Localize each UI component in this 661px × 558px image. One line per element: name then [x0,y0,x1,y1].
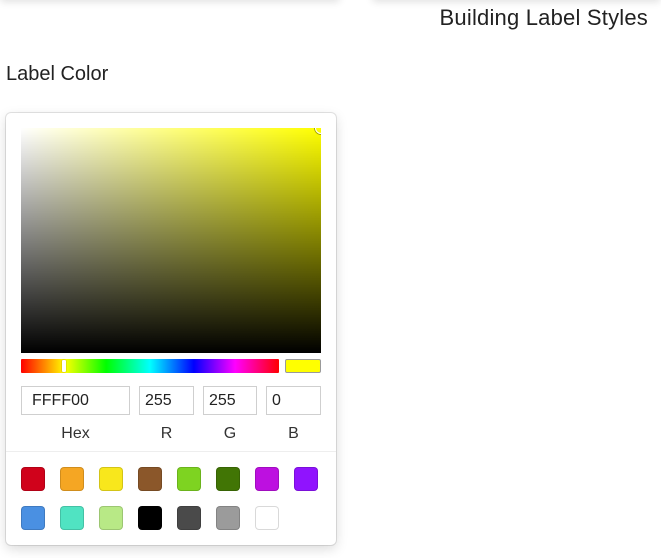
color-preview-swatch [285,359,321,373]
saturation-value-area[interactable] [21,128,321,353]
preset-swatch[interactable] [294,467,318,491]
preset-swatch[interactable] [99,506,123,530]
preset-swatch[interactable] [99,467,123,491]
preset-swatch[interactable] [177,506,201,530]
blue-label: B [288,425,299,442]
label-color-heading: Label Color [6,63,109,85]
red-input[interactable] [139,386,194,415]
preset-swatch[interactable] [216,506,240,530]
preset-swatch[interactable] [138,467,162,491]
hue-slider-handle[interactable] [62,360,66,372]
preset-swatch[interactable] [21,506,45,530]
hue-slider[interactable] [21,359,279,373]
preset-swatch[interactable] [21,467,45,491]
hex-input[interactable] [21,386,130,415]
preset-swatch[interactable] [138,506,162,530]
page: Building Label Styles Label Color Hex R … [0,0,661,558]
hex-label: Hex [61,425,90,442]
panel-title: Building Label Styles [439,5,648,30]
preset-swatch[interactable] [255,467,279,491]
preset-swatch[interactable] [255,506,279,530]
color-picker-popover: Hex R G B [6,113,336,545]
preset-swatch[interactable] [177,467,201,491]
preset-swatch-grid [21,467,321,530]
red-label: R [160,425,173,442]
preset-swatch[interactable] [60,467,84,491]
divider [6,451,336,452]
green-input[interactable] [203,386,257,415]
saturation-pointer[interactable] [315,128,321,134]
preset-swatch[interactable] [216,467,240,491]
green-label: G [223,425,237,442]
preset-swatch[interactable] [60,506,84,530]
blue-input[interactable] [266,386,321,415]
